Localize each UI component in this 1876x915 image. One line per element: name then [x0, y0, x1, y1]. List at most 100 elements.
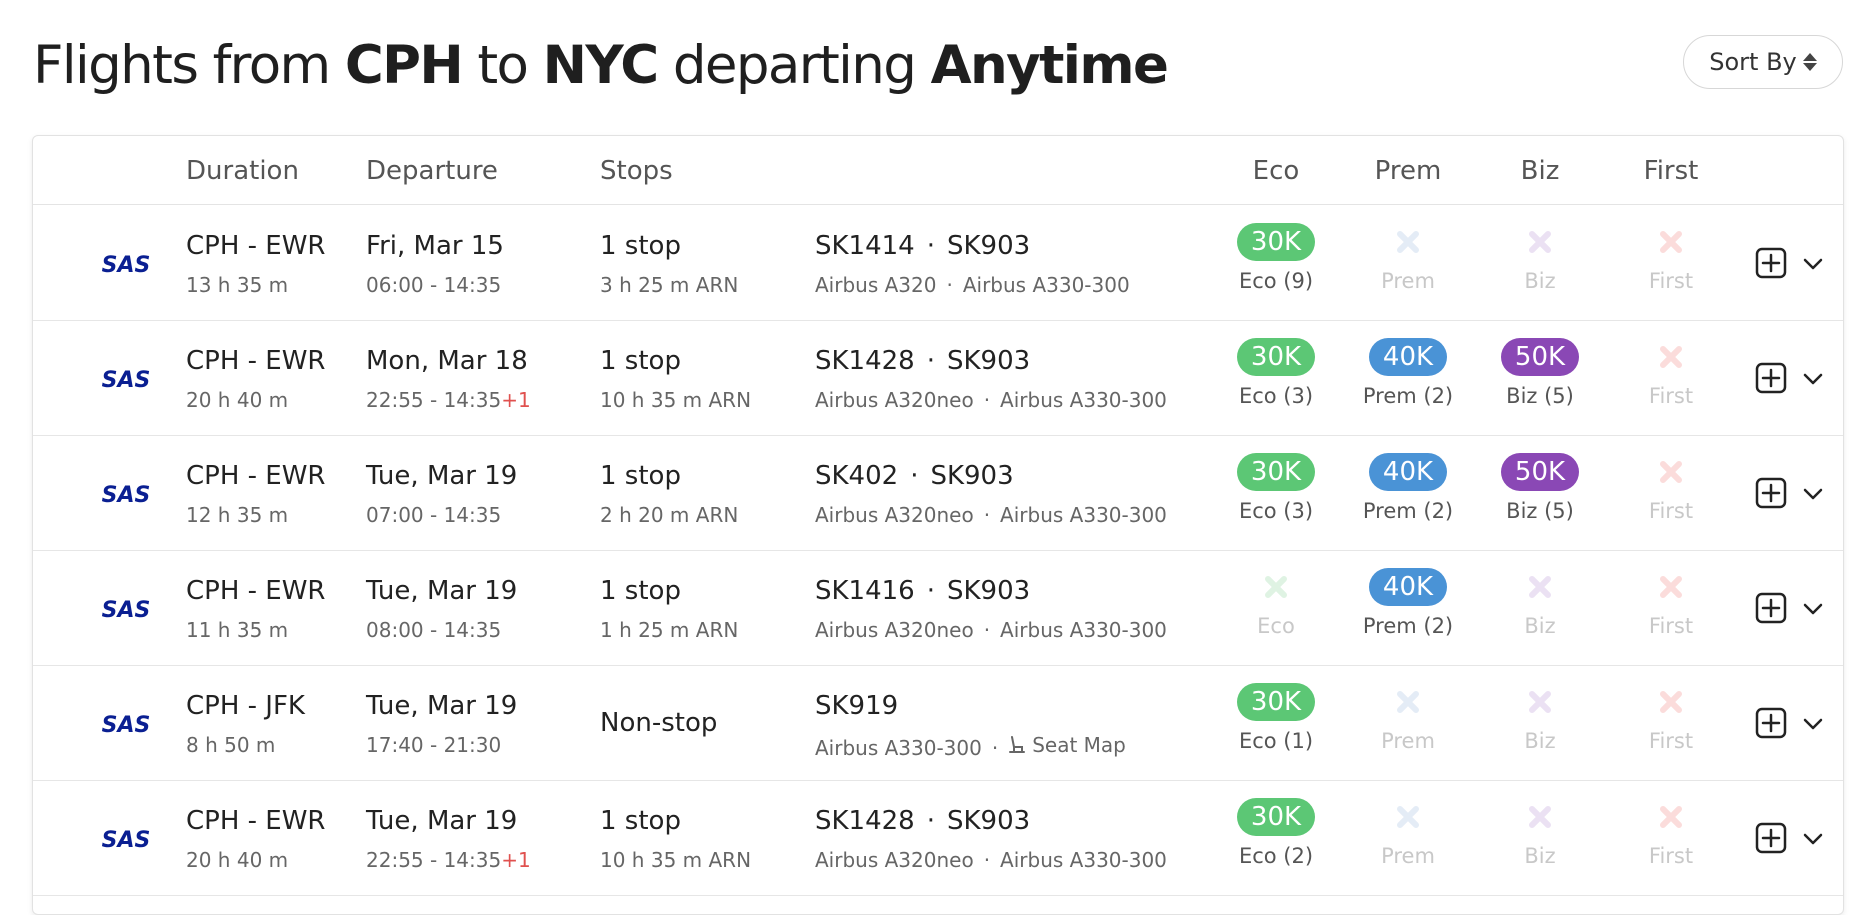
flight-numbers: SK1428 · SK903	[815, 806, 1030, 836]
add-icon[interactable]	[1755, 822, 1787, 854]
points-badge[interactable]: 40K	[1368, 453, 1448, 491]
flight-numbers: SK402 · SK903	[815, 461, 1014, 491]
stops: 1 stop	[600, 346, 681, 376]
unavailable-icon	[1343, 683, 1473, 721]
cabin-seats: Eco (2)	[1238, 844, 1314, 868]
cabin-eco[interactable]: 30K Eco (3)	[1211, 453, 1341, 523]
cabin-prem: Prem	[1343, 223, 1473, 293]
route: CPH - EWR	[186, 461, 326, 491]
cabin-first: First	[1606, 223, 1736, 293]
flight-row[interactable]: SAS CPH - EWR 11 h 35 m Tue, Mar 19 08:00 - …	[33, 550, 1843, 666]
cabin-prem[interactable]: 40K Prem (2)	[1343, 568, 1473, 638]
cabin-eco[interactable]: 30K Eco (9)	[1211, 223, 1341, 293]
departure-times: 08:00 - 14:35	[366, 618, 501, 642]
flight-row[interactable]: SAS CPH - EWR 12 h 35 m Tue, Mar 19 07:00 - …	[33, 435, 1843, 551]
add-icon[interactable]	[1755, 592, 1787, 624]
svg-text:SAS: SAS	[102, 253, 151, 276]
cabin-biz[interactable]: 50K Biz (5)	[1475, 453, 1605, 523]
flight-row[interactable]: SAS CPH - JFK 8 h 50 m Tue, Mar 19 17:40 - 2…	[33, 665, 1843, 781]
points-badge[interactable]: 30K	[1236, 223, 1316, 261]
departure-times: 17:40 - 21:30	[366, 733, 501, 757]
cabin-first: First	[1606, 453, 1736, 523]
cabin-label: First	[1648, 384, 1694, 408]
times: 22:55 - 14:35	[366, 848, 502, 872]
add-icon[interactable]	[1755, 362, 1787, 394]
cabin-label: Eco	[1257, 614, 1295, 638]
points-badge[interactable]: 30K	[1236, 683, 1316, 721]
cabin-seats: Eco (9)	[1238, 269, 1314, 293]
cabin-eco[interactable]: 30K Eco (3)	[1211, 338, 1341, 408]
points-badge[interactable]: 40K	[1368, 338, 1448, 376]
cabin-prem[interactable]: 40K Prem (2)	[1343, 453, 1473, 523]
departure-date: Tue, Mar 19	[366, 691, 518, 721]
svg-text:SAS: SAS	[102, 713, 151, 736]
departure-times: 06:00 - 14:35	[366, 273, 501, 297]
departure-date: Tue, Mar 19	[366, 461, 518, 491]
chevron-down-icon[interactable]	[1802, 368, 1824, 390]
cabin-first: First	[1606, 683, 1736, 753]
cabin-biz: Biz	[1475, 683, 1605, 753]
add-icon[interactable]	[1755, 477, 1787, 509]
flight-numbers: SK919	[815, 691, 898, 721]
add-icon[interactable]	[1755, 707, 1787, 739]
column-duration[interactable]: Duration	[186, 156, 299, 186]
points-badge[interactable]: 30K	[1236, 453, 1316, 491]
flight-number: SK1414	[815, 231, 915, 261]
cabin-biz[interactable]: 50K Biz (5)	[1475, 338, 1605, 408]
cabin-label: First	[1648, 729, 1694, 753]
cabin-eco[interactable]: 30K Eco (2)	[1211, 798, 1341, 868]
flight-number: SK903	[947, 576, 1031, 606]
points-badge[interactable]: 50K	[1500, 338, 1580, 376]
cabin-prem: Prem	[1343, 798, 1473, 868]
column-first[interactable]: First	[1644, 156, 1699, 186]
flight-numbers: SK1416 · SK903	[815, 576, 1030, 606]
column-stops[interactable]: Stops	[600, 156, 673, 186]
times: 17:40 - 21:30	[366, 733, 502, 757]
separator: ·	[983, 618, 991, 642]
aircraft-type: Airbus A330-300	[1000, 503, 1167, 527]
chevron-down-icon[interactable]	[1802, 598, 1824, 620]
unavailable-icon	[1606, 568, 1736, 606]
chevron-down-icon[interactable]	[1802, 253, 1824, 275]
times: 08:00 - 14:35	[366, 618, 502, 642]
separator: ·	[926, 346, 935, 376]
sas-logo-icon: SAS	[102, 368, 151, 391]
duration: 13 h 35 m	[186, 273, 289, 297]
points-badge[interactable]: 50K	[1500, 453, 1580, 491]
add-icon[interactable]	[1755, 247, 1787, 279]
flight-row[interactable]: SAS CPH - EWR 13 h 35 m Fri, Mar 15 06:00 - …	[33, 205, 1843, 321]
unavailable-icon	[1475, 568, 1605, 606]
cabin-biz: Biz	[1475, 568, 1605, 638]
departure-times: 22:55 - 14:35+1	[366, 388, 531, 412]
points-badge[interactable]: 30K	[1236, 338, 1316, 376]
cabin-label: Biz	[1524, 844, 1556, 868]
unavailable-icon	[1343, 223, 1473, 261]
points-badge[interactable]: 40K	[1368, 568, 1448, 606]
column-eco[interactable]: Eco	[1253, 156, 1300, 186]
flight-row[interactable]: SAS CPH - EWR 20 h 40 m Tue, Mar 19 22:55 - …	[33, 780, 1843, 896]
chevron-down-icon[interactable]	[1802, 828, 1824, 850]
cabin-biz: Biz	[1475, 798, 1605, 868]
aircraft: Airbus A320neo · Airbus A330-300	[815, 618, 1167, 642]
aircraft-type: Airbus A330-300	[962, 273, 1130, 297]
cabin-label: First	[1648, 614, 1694, 638]
column-prem[interactable]: Prem	[1375, 156, 1442, 186]
unavailable-icon	[1475, 683, 1605, 721]
departure-date: Mon, Mar 18	[366, 346, 528, 376]
aircraft-type: Airbus A320neo	[815, 848, 974, 872]
cabin-prem[interactable]: 40K Prem (2)	[1343, 338, 1473, 408]
cabin-seats: Eco (3)	[1238, 499, 1314, 523]
cabin-eco[interactable]: 30K Eco (1)	[1211, 683, 1341, 753]
points-badge[interactable]: 30K	[1236, 798, 1316, 836]
cabin-first: First	[1606, 568, 1736, 638]
column-biz[interactable]: Biz	[1521, 156, 1560, 186]
sort-by-button[interactable]: Sort By	[1683, 35, 1843, 89]
flight-row[interactable]: SAS CPH - EWR 20 h 40 m Mon, Mar 18 22:55 - …	[33, 320, 1843, 436]
chevron-down-icon[interactable]	[1802, 483, 1824, 505]
seat-map-link[interactable]: Seat Map	[1008, 733, 1126, 757]
duration: 20 h 40 m	[186, 848, 289, 872]
aircraft-type: Airbus A330-300	[1000, 848, 1167, 872]
departure-date: Tue, Mar 19	[366, 576, 518, 606]
chevron-down-icon[interactable]	[1802, 713, 1824, 735]
column-departure[interactable]: Departure	[366, 156, 498, 186]
